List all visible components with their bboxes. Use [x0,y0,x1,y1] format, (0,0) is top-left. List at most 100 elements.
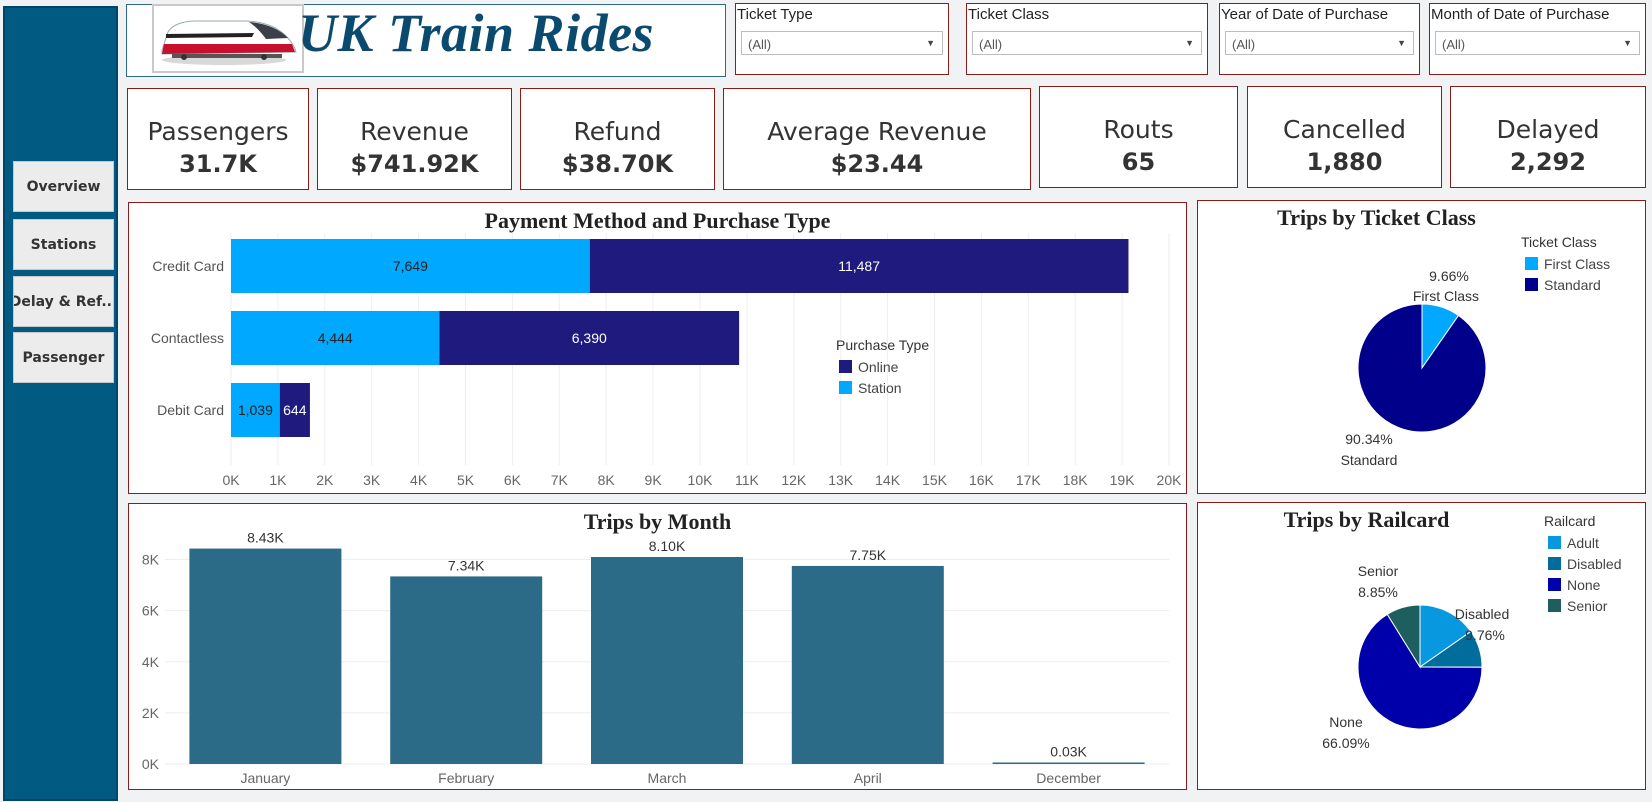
x-tick-label: 4K [410,472,428,488]
pie-slice [1357,303,1487,433]
month-dropdown[interactable]: (All) ▼ [1435,31,1640,55]
slice-pct-label: 90.34% [1345,431,1392,447]
dropdown-value: (All) [1442,37,1466,52]
x-tick-label: 9K [645,472,663,488]
data-label: 4,444 [318,330,353,346]
chevron-down-icon: ▼ [1623,38,1632,48]
data-label: 7.34K [448,557,485,573]
filter-label: Ticket Class [968,6,1050,23]
legend-swatch [1548,599,1561,612]
x-tick-label: February [438,770,494,786]
kpi-refund: Refund $38.70K [520,88,715,190]
y-tick-label: 2K [142,705,160,721]
legend-label: None [1567,577,1601,593]
kpi-label: Revenue [360,117,469,146]
legend-swatch [1548,578,1561,591]
x-tick-label: March [648,770,687,786]
kpi-value: 31.7K [179,150,257,178]
x-tick-label: 19K [1110,472,1136,488]
ticket-class-panel: Trips by Ticket Class 9.66% First Class 90… [1197,200,1646,494]
data-label: 7,649 [393,258,428,274]
legend-swatch [1525,257,1538,270]
x-tick-label: 17K [1016,472,1042,488]
legend-swatch [839,381,852,394]
filter-ticket-type: Ticket Type (All) ▼ [735,3,949,75]
nav-passenger-button[interactable]: Passenger [13,332,114,383]
ticket-class-dropdown[interactable]: (All) ▼ [972,31,1202,55]
kpi-average-revenue: Average Revenue $23.44 [723,88,1031,190]
x-tick-label: 13K [828,472,854,488]
y-tick-label: 4K [142,654,160,670]
legend-title: Purchase Type [836,337,929,353]
slice-pct-label: 8.85% [1358,584,1398,600]
kpi-label: Cancelled [1283,115,1406,144]
category-label: Debit Card [157,402,224,418]
x-tick-label: 18K [1063,472,1089,488]
x-tick-label: 0K [222,472,240,488]
filter-label: Year of Date of Purchase [1221,6,1389,23]
slice-pct-label: 9.76% [1465,627,1505,643]
slice-name-label: Standard [1341,452,1398,468]
legend-label: Station [858,380,902,396]
data-label: 6,390 [572,330,607,346]
dropdown-value: (All) [748,37,772,52]
y-tick-label: 6K [142,603,160,619]
month-bar [189,548,342,764]
sidebar: Overview Stations Delay & Ref... Passeng… [3,6,118,801]
kpi-delayed: Delayed 2,292 [1450,86,1646,188]
dropdown-value: (All) [1232,37,1256,52]
payment-method-panel: Payment Method and Purchase Type 0K 1K 2K 3… [128,202,1187,494]
x-tick-label: 6K [504,472,522,488]
kpi-value: 2,292 [1510,148,1586,176]
kpi-value: $38.70K [561,150,674,178]
legend-label: Disabled [1567,556,1621,572]
kpi-value: 65 [1121,148,1156,176]
legend-label: First Class [1544,256,1610,272]
ticket-type-dropdown[interactable]: (All) ▼ [741,31,943,55]
kpi-value: $23.44 [830,150,924,178]
x-tick-label: 15K [922,472,948,488]
legend-label: Senior [1567,598,1608,614]
x-tick-label: 16K [969,472,995,488]
year-dropdown[interactable]: (All) ▼ [1225,31,1414,55]
data-label: 8.10K [649,538,686,554]
page-title: UK Train Rides [298,3,655,63]
data-label: 8.43K [247,530,284,546]
kpi-routs: Routs 65 [1039,86,1238,188]
legend-label: Standard [1544,277,1601,293]
x-tick-label: 12K [781,472,807,488]
slice-pct-label: 66.09% [1322,735,1369,751]
kpi-label: Routs [1103,115,1174,144]
month-bar [992,762,1145,764]
ticket-class-pie: 9.66% First Class 90.34% Standard Ticket Cla… [1341,234,1611,468]
train-icon [152,4,304,73]
filter-label: Month of Date of Purchase [1431,6,1610,23]
legend-title: Railcard [1544,513,1595,529]
slice-name-label: None [1329,714,1363,730]
kpi-value: 1,880 [1306,148,1383,176]
slice-name-label: Disabled [1455,606,1509,622]
nav-stations-button[interactable]: Stations [13,219,114,270]
month-bar [791,565,944,764]
x-tick-label: 20K [1157,472,1183,488]
kpi-value: $741.92K [350,150,479,178]
legend-swatch [1548,536,1561,549]
x-tick-label: 2K [316,472,334,488]
filter-month-of-purchase: Month of Date of Purchase (All) ▼ [1429,3,1646,75]
data-label: 11,487 [838,258,880,274]
x-tick-label: April [854,770,882,786]
legend-swatch [1548,557,1561,570]
chevron-down-icon: ▼ [1185,38,1194,48]
trips-by-month-chart: 0K 2K 4K 6K 8K 8.43K January 7.34K February 8.10K… [142,530,1169,786]
category-label: Credit Card [152,258,224,274]
data-label: 0.03K [1050,744,1087,760]
slice-name-label: Senior [1358,563,1399,579]
nav-overview-button[interactable]: Overview [13,161,114,212]
y-tick-label: 8K [142,552,160,568]
kpi-revenue: Revenue $741.92K [317,88,512,190]
y-tick-label: 0K [142,756,160,772]
data-label: 7.75K [850,547,887,563]
nav-delay-refund-button[interactable]: Delay & Ref... [13,276,114,327]
kpi-cancelled: Cancelled 1,880 [1247,86,1442,188]
x-tick-label: 3K [363,472,381,488]
